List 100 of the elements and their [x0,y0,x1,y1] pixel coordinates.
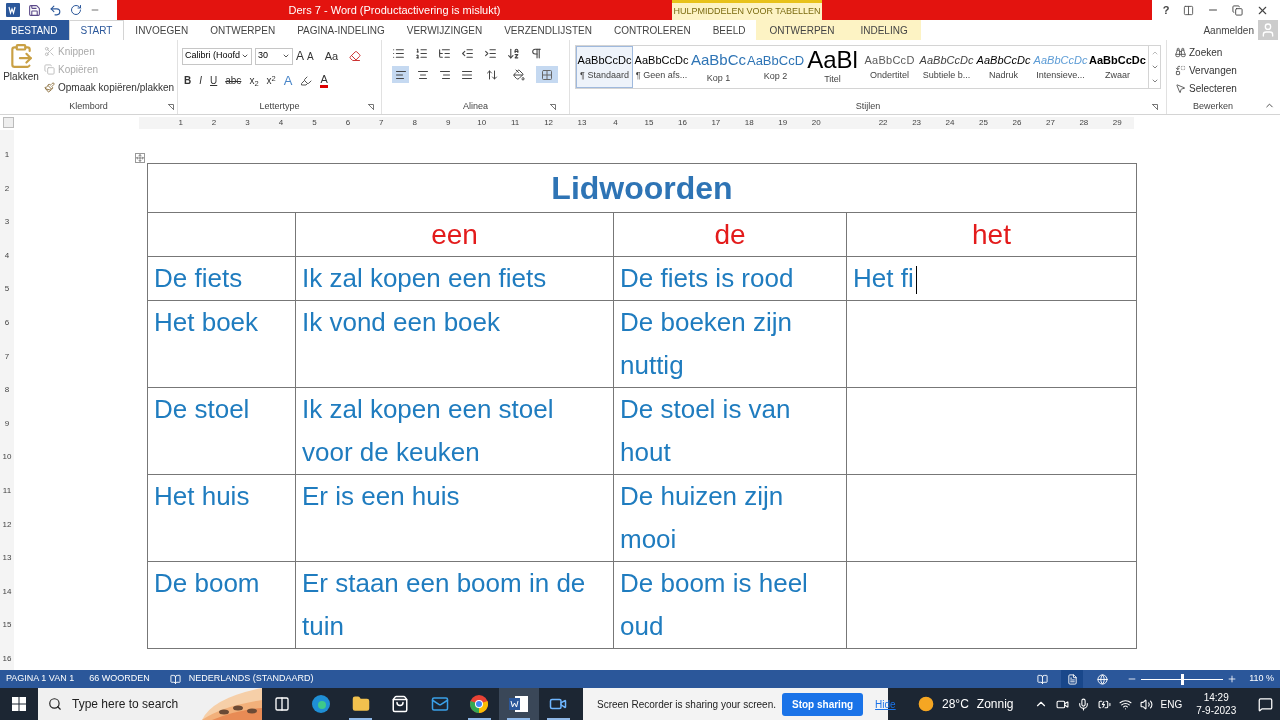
zoom-level[interactable]: 110 % [1249,672,1274,686]
style-item[interactable]: AaBbCcDc Intensieve... [1032,46,1089,88]
taskbar-search-field[interactable]: Type here to search [38,688,262,720]
view-button[interactable] [1061,670,1084,688]
format-button[interactable]: x$^{2}$ [266,73,276,89]
volume-icon[interactable] [1139,697,1153,711]
ribbon-tab[interactable]: START [68,20,125,40]
text-cursor [915,266,917,295]
style-item[interactable]: AaBbCcD Ondertitel [861,46,918,88]
cell-text: Het fi [853,263,914,293]
style-item[interactable]: AaBbCcD Kop 2 [747,46,804,88]
ribbon-tab[interactable]: VERWIJZINGEN [395,20,494,40]
word-count[interactable]: 66 WOORDEN [89,672,150,686]
word-icon[interactable] [508,695,529,713]
ribbon-tab[interactable]: INVOEGEN [124,20,200,40]
shrink-font-button[interactable]: A [307,48,314,64]
dialog-launcher-icon[interactable] [550,104,556,110]
multilevel-list-icon[interactable] [438,47,451,60]
microphone-icon[interactable] [1076,697,1090,711]
zoom-thumb[interactable] [1180,673,1184,685]
store-icon[interactable] [391,695,410,713]
align-button[interactable] [392,66,409,83]
group-label: Alinea [463,100,488,114]
windows-logo-icon[interactable] [12,697,26,711]
grow-font-button[interactable]: A [296,47,304,65]
mail-icon[interactable] [430,695,449,713]
numbering-icon[interactable] [415,47,428,60]
ribbon-tab[interactable]: INDELING [847,20,921,40]
language-label[interactable]: NEDERLANDS (STANDAARD) [188,672,314,686]
taskbar-app[interactable] [499,688,539,720]
ribbon-tab[interactable]: ONTWERPEN [199,20,287,40]
notifications-icon[interactable] [1258,696,1274,712]
style-item[interactable]: AaBbCcDc Subtiele b... [918,46,975,88]
dialog-launcher-icon[interactable] [1152,104,1158,110]
undo-icon[interactable] [49,3,62,17]
ribbon-display-icon[interactable] [1182,4,1194,16]
sun-icon[interactable] [918,696,934,712]
weather-condition[interactable]: Zonnig [976,695,1014,713]
style-item[interactable]: AaBbCcDc Zwaar [1089,46,1146,88]
task-view-icon[interactable] [273,696,290,712]
column-header: het [847,213,1137,257]
page-count[interactable]: PAGINA 1 VAN 1 [6,672,75,686]
editing-button[interactable]: Selecteren [1175,80,1251,96]
proofing-icon[interactable] [169,673,181,685]
dialog-launcher-icon[interactable] [368,104,374,110]
style-item[interactable]: AaBbCcDc ¶ Geen afs... [633,46,690,88]
style-item[interactable]: AaBbCcDc ¶ Standaard [576,46,633,88]
input-language[interactable]: ENG [1160,696,1183,712]
pilcrow-icon[interactable] [530,47,543,60]
more-styles-icon[interactable] [1150,77,1159,85]
clear-format-icon[interactable] [349,50,362,62]
change-case-button[interactable]: Aa [324,47,339,65]
browser-icon[interactable] [311,694,332,714]
editing-button[interactable]: Zoeken [1175,44,1251,60]
redo-icon[interactable] [70,4,82,16]
sort-icon[interactable] [507,47,520,60]
ribbon-tab[interactable]: CONTROLEREN [602,20,702,40]
paste-button[interactable]: Plakken [0,43,40,95]
ribbon-tab[interactable]: PAGINA-INDELING [286,20,396,40]
folder-icon[interactable] [351,695,370,713]
stop-sharing-button[interactable]: Stop sharing [782,692,864,716]
restore-icon[interactable] [1232,4,1244,16]
style-item[interactable]: AaBbCcDc Nadruk [975,46,1032,88]
sign-in-link[interactable]: Aanmelden [1203,20,1258,40]
browser-icon[interactable] [469,694,490,714]
font-size-field[interactable]: 30 [255,47,293,65]
format-button[interactable]: U [210,73,218,89]
ribbon-tab[interactable]: VERZENDLIJSTEN [493,20,603,40]
style-item[interactable]: AaBbCc Kop 1 [690,46,747,88]
clock-time[interactable]: 14:29 [1203,691,1229,704]
format-button[interactable]: abc [225,73,242,89]
ribbon-tab[interactable]: BESTAND [0,20,69,40]
bullets-icon[interactable] [392,47,405,60]
format-button[interactable]: x$_{2}$ [249,73,259,89]
borders-button[interactable] [536,66,558,83]
shading-icon[interactable] [513,68,525,81]
style-item[interactable]: AaBl Titel [804,46,861,88]
help-button[interactable]: ? [1162,1,1170,19]
format-button[interactable]: I [199,73,202,89]
zoom-slider[interactable] [1141,673,1224,685]
increase-indent-icon[interactable] [484,47,497,60]
network-icon[interactable] [1118,697,1132,711]
clock-date[interactable]: 7-9-2023 [1196,704,1237,717]
highlight-icon[interactable] [300,74,313,87]
line-spacing-icon[interactable] [486,68,498,81]
table-move-handle-icon[interactable] [135,153,145,163]
clipboard-button[interactable]: Opmaak kopiëren/plakken [44,79,175,95]
format-button[interactable]: B [184,73,192,89]
scroll-down-icon[interactable] [1150,63,1159,71]
font-name-field[interactable]: Calibri (Hoofd [182,47,252,65]
ribbon-tab[interactable]: BEELD [701,20,757,40]
editing-button[interactable]: Vervangen [1175,62,1251,78]
text-effect-button[interactable]: A [283,71,293,91]
zoom-in-icon[interactable] [1227,674,1238,684]
dialog-launcher-icon[interactable] [168,104,174,110]
font-color-button[interactable]: A [320,73,328,88]
decrease-indent-icon[interactable] [461,47,474,60]
ribbon-tab[interactable]: ONTWERPEN [756,20,848,40]
temperature[interactable]: 28°C [942,695,969,713]
save-icon[interactable] [28,3,41,17]
